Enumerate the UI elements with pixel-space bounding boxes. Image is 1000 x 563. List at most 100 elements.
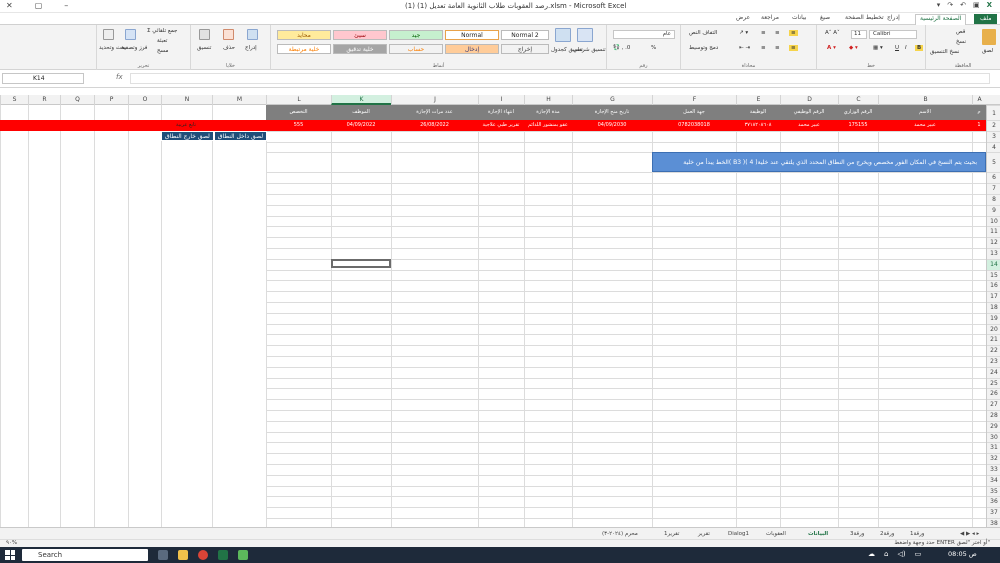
row-header[interactable]: 16 xyxy=(987,280,1000,291)
paste-outside-range-button[interactable]: لصق خارج النطاق xyxy=(161,130,214,141)
column-header[interactable]: F xyxy=(652,95,736,105)
column-header[interactable]: E xyxy=(736,95,780,105)
header-cell-employee[interactable]: الموظف xyxy=(331,105,391,120)
close-icon[interactable]: ✕ xyxy=(6,1,13,10)
format-as-table-button[interactable]: تنسيق كجدول xyxy=(551,47,583,53)
insert-function-icon[interactable]: fx xyxy=(116,73,123,81)
insert-cells-button[interactable]: إدراج xyxy=(245,45,257,51)
tab-insert[interactable]: إدراج xyxy=(887,14,900,21)
undo-icon[interactable]: ↶ xyxy=(960,1,966,9)
row-header[interactable]: 32 xyxy=(987,453,1000,464)
style-check-cell[interactable]: خلية تدقيق xyxy=(333,44,387,54)
row-header[interactable]: 8 xyxy=(987,194,1000,205)
align-middle-icon[interactable]: ≡ xyxy=(775,30,780,36)
data-cell-l2[interactable]: 555 xyxy=(266,120,331,131)
column-header[interactable]: C xyxy=(838,95,878,105)
row-header[interactable]: 27 xyxy=(987,399,1000,410)
column-header[interactable]: L xyxy=(266,95,331,105)
tab-review[interactable]: مراجعة xyxy=(761,14,779,21)
clear-button[interactable]: مسح xyxy=(157,48,168,54)
find-select-button[interactable]: بحث وتحديد xyxy=(99,45,126,51)
row-header[interactable]: 31 xyxy=(987,442,1000,453)
row-header[interactable]: 35 xyxy=(987,485,1000,497)
data-cell-d2[interactable]: عبير محمد xyxy=(780,120,838,131)
orientation-icon[interactable]: ↗ ▾ xyxy=(739,30,748,36)
header-cell-ministry-id[interactable]: الرقم الوزاري xyxy=(838,105,878,120)
save-icon[interactable]: ▣ xyxy=(973,1,980,9)
delete-cells-button[interactable]: حذف xyxy=(223,45,235,51)
autosum-button[interactable]: Σ جمع تلقائي xyxy=(147,28,177,34)
header-cell-leave-duration[interactable]: مدة الإجازة xyxy=(524,105,572,120)
style-normal2[interactable]: Normal 2 xyxy=(501,30,549,40)
indent-icon[interactable]: ⇤ ⇥ xyxy=(739,45,750,51)
header-cell-leave-date[interactable]: تاريخ منح الإجازة xyxy=(572,105,652,120)
tab-formulas[interactable]: صيغ xyxy=(820,14,830,21)
worksheet-grid[interactable]: ABCDEFGHIJKLMNOPQRS 1 2 3 4 5 6 7 8 9 10 11 12 13 14 1… xyxy=(0,95,1000,527)
network-icon[interactable]: ⌂ xyxy=(884,550,888,558)
data-cell-i2[interactable]: تقرير طبي علاجية xyxy=(478,120,524,131)
column-header[interactable]: H xyxy=(524,95,572,105)
style-normal[interactable]: Normal xyxy=(445,30,499,40)
header-cell-leave-end[interactable]: انتهاء الإجازة xyxy=(478,105,524,120)
column-header[interactable]: B xyxy=(878,95,972,105)
row-header[interactable]: 24 xyxy=(987,366,1000,378)
dropdown-icon[interactable]: ▾ xyxy=(937,1,941,9)
sheet-nav-icon[interactable]: ◀ ▶ ◂ ▸ xyxy=(960,529,979,539)
data-cell-h2[interactable]: عقو بمنشور اللدائم xyxy=(524,120,572,131)
maximize-icon[interactable]: ▢ xyxy=(35,1,43,10)
row-header[interactable]: 9 xyxy=(987,204,1000,216)
copy-button[interactable]: نسخ xyxy=(956,39,966,45)
active-cell-k14[interactable] xyxy=(331,258,391,268)
align-top-icon[interactable]: ≡ xyxy=(789,30,798,36)
battery-icon[interactable]: ▭ xyxy=(915,550,922,558)
row-header[interactable]: 4 xyxy=(987,141,1000,153)
row-header[interactable]: 7 xyxy=(987,183,1000,194)
excel-taskbar-icon[interactable] xyxy=(218,550,228,560)
row-header[interactable]: 19 xyxy=(987,312,1000,324)
font-name-select[interactable]: Calibri xyxy=(869,30,917,39)
borders-icon[interactable]: ▦ ▾ xyxy=(873,45,883,51)
row-header[interactable]: 13 xyxy=(987,248,1000,259)
align-center-icon[interactable]: ≡ xyxy=(775,45,780,51)
row-header[interactable]: 22 xyxy=(987,345,1000,356)
column-header[interactable]: G xyxy=(572,95,652,105)
row-header[interactable]: 3 xyxy=(987,130,1000,142)
sheet-tab[interactable]: تقرير1 xyxy=(664,529,679,539)
row-header[interactable]: 12 xyxy=(987,237,1000,248)
style-neutral[interactable]: محايد xyxy=(277,30,331,40)
column-header[interactable]: J xyxy=(391,95,478,105)
row-header[interactable]: 2 xyxy=(987,120,1000,131)
column-header[interactable]: D xyxy=(780,95,838,105)
column-header[interactable]: A xyxy=(972,95,986,105)
style-input[interactable]: إدخال xyxy=(445,44,499,54)
data-cell-j2[interactable]: 26/08/2022 xyxy=(391,120,478,131)
column-header[interactable]: M xyxy=(212,95,266,105)
merge-center-button[interactable]: دمج وتوسيط xyxy=(689,45,718,51)
windows-start-icon[interactable] xyxy=(5,550,15,560)
font-color-icon[interactable]: A ▾ xyxy=(827,45,836,51)
column-header[interactable]: N xyxy=(161,95,212,105)
style-good[interactable]: جيد xyxy=(389,30,443,40)
align-right-icon[interactable]: ≡ xyxy=(789,45,798,51)
header-cell-leave-count[interactable]: عدد مرات الإجازة xyxy=(391,105,478,120)
font-size-select[interactable]: 11 xyxy=(851,30,867,39)
row-header[interactable]: 6 xyxy=(987,172,1000,183)
tab-file[interactable]: ملف xyxy=(974,14,998,24)
find-select-icon[interactable] xyxy=(103,29,114,40)
weather-icon[interactable]: ☁ xyxy=(868,550,875,558)
paste-button[interactable]: لصق xyxy=(982,48,993,54)
data-cell-e2[interactable]: ٣٧١٨٢٠٨٦٠٨ xyxy=(736,120,780,131)
tab-page-layout[interactable]: تخطيط الصفحة xyxy=(845,14,884,21)
header-cell-index[interactable]: م xyxy=(972,105,986,120)
sheet-tab[interactable]: العقوبات xyxy=(766,529,786,539)
data-cell-n2[interactable]: تابع عربية xyxy=(161,120,211,131)
paste-inside-range-button[interactable]: لصق داخل النطاق xyxy=(213,130,268,141)
data-cell-b2[interactable]: عبير محمد xyxy=(878,120,972,131)
row-header[interactable]: 21 xyxy=(987,334,1000,345)
row-header[interactable]: 26 xyxy=(987,388,1000,399)
row-header[interactable]: 34 xyxy=(987,474,1000,486)
row-header[interactable]: 15 xyxy=(987,269,1000,281)
row-header[interactable]: 37 xyxy=(987,507,1000,518)
header-cell-specialty[interactable]: التخصص xyxy=(266,105,331,120)
italic-button[interactable]: I xyxy=(905,45,907,51)
